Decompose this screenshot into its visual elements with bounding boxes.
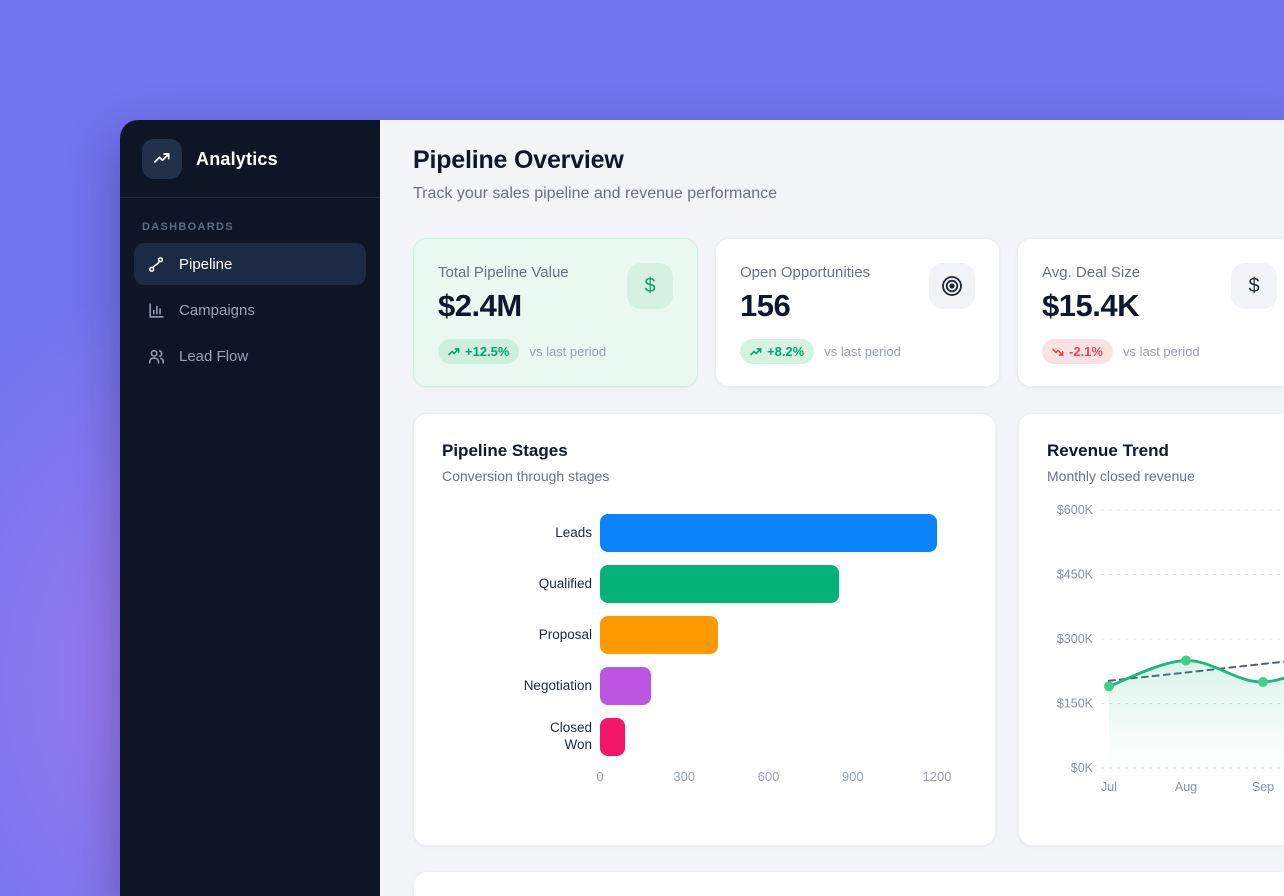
sidebar-item-pipeline[interactable]: Pipeline	[134, 243, 366, 285]
sidebar-nav: Pipeline Campaigns Lead Flow	[120, 243, 380, 381]
bar-row: Qualified	[442, 565, 967, 603]
x-tick-label: 600	[758, 769, 780, 784]
bar-row: Closed Won	[442, 718, 967, 756]
x-axis-month-label: Aug	[1175, 780, 1197, 794]
stat-note: vs last period	[1123, 344, 1200, 359]
bar	[600, 667, 651, 705]
sidebar: Analytics DASHBOARDS Pipeline	[120, 120, 380, 896]
y-tick-label: $600K	[1057, 503, 1094, 517]
main-content: Pipeline Overview Track your sales pipel…	[380, 120, 1284, 896]
target-icon	[929, 263, 975, 309]
stat-note: vs last period	[529, 344, 606, 359]
y-tick-label: $300K	[1057, 632, 1094, 646]
stats-row: Total Pipeline Value $2.4M +12.5% vs las…	[413, 238, 1284, 387]
pipeline-stages-card: Pipeline Stages Conversion through stage…	[413, 413, 996, 846]
page-title: Pipeline Overview	[413, 146, 1284, 175]
analytics-logo-icon	[142, 139, 182, 179]
bar	[600, 565, 839, 603]
bar-chart-icon	[147, 301, 166, 320]
sidebar-section-label: DASHBOARDS	[142, 221, 358, 233]
sidebar-header: Analytics	[120, 120, 380, 198]
sidebar-item-label: Lead Flow	[179, 348, 248, 365]
x-axis-month-label: Jul	[1101, 780, 1117, 794]
delta-badge: +8.2%	[740, 339, 814, 364]
bar-row: Negotiation	[442, 667, 967, 705]
chart-title: Pipeline Stages	[442, 441, 967, 461]
trend-up-icon	[448, 346, 460, 358]
y-tick-label: $0K	[1071, 761, 1094, 775]
x-tick-label: 0	[596, 769, 603, 784]
stat-card-total-pipeline-value: Total Pipeline Value $2.4M +12.5% vs las…	[413, 238, 698, 387]
x-tick-label: 1200	[923, 769, 952, 784]
pipeline-stages-bar-chart: Leads Qualified Proposal Negotiation Closed …	[442, 514, 967, 787]
y-tick-label: $450K	[1057, 568, 1094, 582]
bar-category-label: Negotiation	[442, 678, 592, 695]
charts-row: Pipeline Stages Conversion through stage…	[413, 413, 1284, 846]
chart-title: Revenue Trend	[1047, 441, 1284, 461]
bar-row: Leads	[442, 514, 967, 552]
chart-subtitle: Monthly closed revenue	[1047, 468, 1284, 484]
x-axis-month-label: Sep	[1252, 780, 1274, 794]
route-icon	[147, 255, 166, 274]
sidebar-item-label: Campaigns	[179, 302, 255, 319]
bar-category-label: Proposal	[442, 627, 592, 644]
stat-card-avg-deal-size: Avg. Deal Size $15.4K -2.1% vs last peri…	[1017, 238, 1284, 387]
stat-card-open-opportunities: Open Opportunities 156 +8.2% vs last per…	[715, 238, 1000, 387]
delta-badge: -2.1%	[1042, 339, 1113, 364]
bar	[600, 718, 625, 756]
app-name: Analytics	[196, 149, 278, 170]
x-tick-label: 300	[673, 769, 695, 784]
page-subtitle: Track your sales pipeline and revenue pe…	[413, 185, 1284, 203]
app-window: Analytics DASHBOARDS Pipeline	[120, 120, 1284, 896]
bar-category-label: Qualified	[442, 576, 592, 593]
sidebar-item-label: Pipeline	[179, 256, 232, 273]
delta-badge: +12.5%	[438, 339, 519, 364]
dollar-icon: $	[1231, 263, 1277, 309]
bar-xaxis-row: 0 300 600 900 1200	[442, 769, 967, 787]
trend-up-icon	[750, 346, 762, 358]
bar	[600, 616, 718, 654]
bar-row: Proposal	[442, 616, 967, 654]
revenue-chart-svg: $600K $450K $300K $150K $0K Jul Aug Sep	[1047, 498, 1284, 802]
bar-category-label: Closed Won	[442, 720, 592, 754]
bottom-card-partial	[413, 871, 1284, 896]
users-icon	[147, 347, 166, 366]
y-tick-label: $150K	[1057, 697, 1094, 711]
stat-note: vs last period	[824, 344, 901, 359]
bar-xaxis: 03006009001200	[600, 769, 937, 787]
x-tick-label: 900	[842, 769, 864, 784]
chart-subtitle: Conversion through stages	[442, 468, 967, 484]
revenue-trend-card: Revenue Trend Monthly closed revenue $60…	[1018, 413, 1284, 846]
revenue-trend-line-chart: $600K $450K $300K $150K $0K Jul Aug Sep	[1047, 498, 1284, 807]
dollar-icon: $	[627, 263, 673, 309]
sidebar-item-campaigns[interactable]: Campaigns	[134, 289, 366, 331]
bar-rows: Leads Qualified Proposal Negotiation Closed …	[442, 514, 967, 756]
trend-down-icon	[1052, 346, 1064, 358]
sidebar-item-lead-flow[interactable]: Lead Flow	[134, 335, 366, 377]
bar	[600, 514, 937, 552]
bar-category-label: Leads	[442, 525, 592, 542]
